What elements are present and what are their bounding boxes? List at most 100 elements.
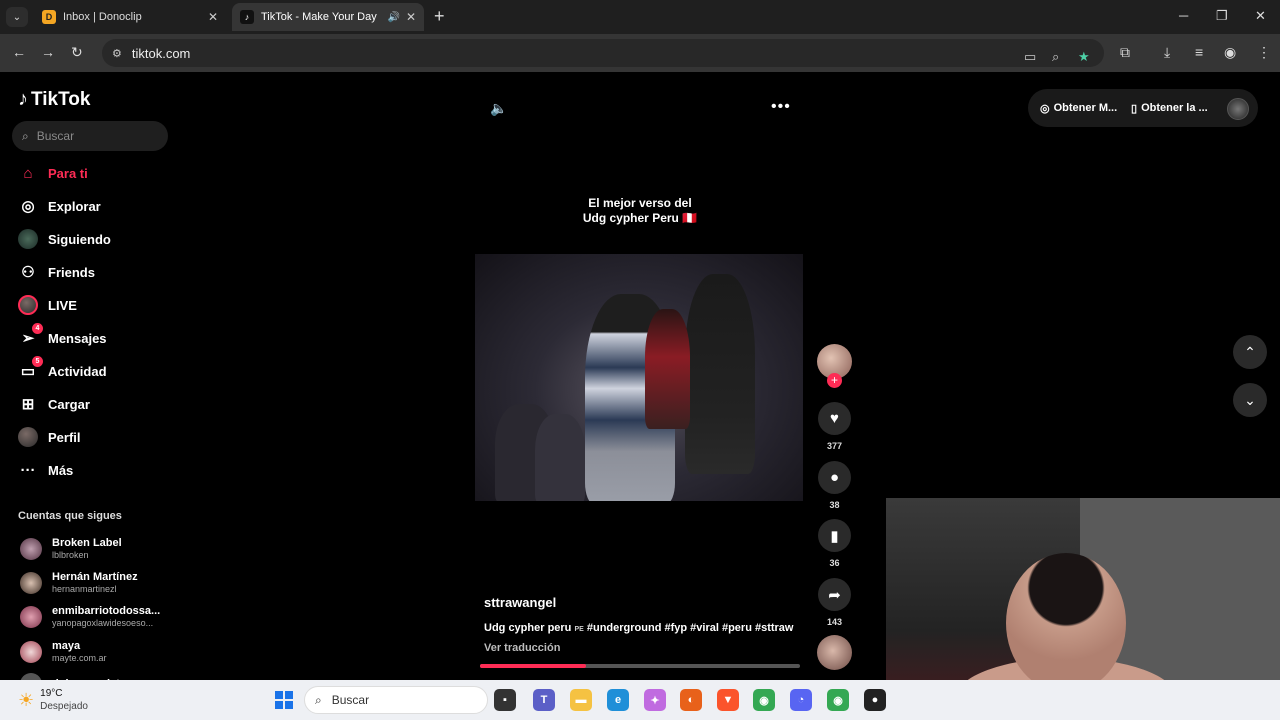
- following-handle: hernanmartinezl: [52, 584, 117, 594]
- tab-search-button[interactable]: ⌄: [6, 7, 28, 27]
- volume-icon[interactable]: 🔈: [490, 100, 507, 117]
- teams-icon[interactable]: T: [533, 689, 555, 711]
- cast-icon[interactable]: ▭: [1024, 50, 1036, 64]
- nav-cargar[interactable]: ⊞ Cargar: [18, 392, 90, 416]
- site-info-icon[interactable]: ⚙: [112, 47, 122, 60]
- avatar: [20, 538, 42, 560]
- save-button[interactable]: ▮: [818, 519, 851, 552]
- nav-label: Actividad: [48, 363, 107, 379]
- close-tab-icon[interactable]: ✕: [406, 10, 416, 24]
- profile-avatar-icon: [18, 427, 38, 447]
- address-bar[interactable]: ⚙ tiktok.com ▭ ⌕ ★: [102, 39, 1104, 67]
- close-tab-icon[interactable]: ✕: [208, 10, 218, 24]
- nav-label: Más: [48, 462, 74, 478]
- following-item[interactable]: Broken Label lblbroken: [20, 534, 122, 564]
- media-control-icon[interactable]: ≡: [1195, 44, 1203, 60]
- profile-icon[interactable]: ◉: [1224, 44, 1236, 60]
- task-view-icon[interactable]: ▪: [494, 689, 516, 711]
- weather-widget[interactable]: ☀ 19°C Despejado: [18, 688, 88, 713]
- nav-para-ti[interactable]: ⌂ Para ti: [18, 161, 87, 185]
- video-author[interactable]: sttrawangel: [484, 595, 556, 610]
- browser-menu-icon[interactable]: ⋮: [1257, 44, 1271, 60]
- extensions-icon[interactable]: ⧉: [1120, 44, 1130, 60]
- avatar: [20, 606, 42, 628]
- restore-icon[interactable]: ❐: [1216, 8, 1228, 24]
- nav-siguiendo[interactable]: Siguiendo: [18, 227, 111, 251]
- search-icon: ⌕: [315, 692, 322, 707]
- following-item[interactable]: maya mayte.com.ar: [20, 637, 107, 667]
- nav-explorar[interactable]: ◎ Explorar: [18, 194, 100, 218]
- new-tab-button[interactable]: +: [434, 7, 445, 25]
- video-progress-bar[interactable]: [480, 664, 800, 668]
- video-overlay-text: El mejor verso del Udg cypher Peru 🇵🇪: [560, 196, 720, 226]
- nav-friends[interactable]: ⚇ Friends: [18, 260, 95, 284]
- obs-icon[interactable]: ●: [864, 689, 886, 711]
- search-input[interactable]: ⌕ Buscar: [12, 121, 168, 151]
- bookmark-star-icon[interactable]: ★: [1078, 50, 1090, 64]
- tab-audio-icon[interactable]: 🔊: [387, 12, 399, 23]
- get-app-button[interactable]: ▯ Obtener la ...: [1131, 89, 1208, 127]
- nav-perfil[interactable]: Perfil: [18, 425, 81, 449]
- nav-label: Siguiendo: [48, 231, 111, 247]
- caption-hashtags[interactable]: #underground #fyp #viral #peru #sttraw: [587, 622, 794, 634]
- phone-icon: ▯: [1131, 102, 1138, 115]
- nav-actividad[interactable]: ▭ 5 Actividad: [18, 356, 107, 383]
- windows-start-icon[interactable]: [275, 691, 293, 709]
- nav-label: LIVE: [48, 297, 77, 313]
- close-window-icon[interactable]: ✕: [1255, 8, 1266, 24]
- tab-tiktok[interactable]: ♪ TikTok - Make Your Day 🔊 ✕: [232, 3, 424, 31]
- nav-live[interactable]: LIVE: [18, 293, 77, 317]
- compass-icon: ◎: [21, 198, 35, 215]
- share-button[interactable]: ➦: [818, 578, 851, 611]
- nav-mensajes[interactable]: ➢ 4 Mensajes: [18, 323, 107, 350]
- video-player[interactable]: [475, 254, 803, 501]
- browser-tab-bar: ⌄ D Inbox | Donoclip ✕ ♪ TikTok - Make Y…: [0, 0, 1280, 34]
- reload-icon[interactable]: ↻: [71, 44, 83, 60]
- get-coins-button[interactable]: ◎ Obtener M...: [1040, 89, 1117, 127]
- see-translation-link[interactable]: Ver traducción: [484, 642, 560, 654]
- previous-video-button[interactable]: ⌃: [1233, 335, 1267, 369]
- app-icon[interactable]: ◐: [680, 689, 702, 711]
- file-explorer-icon[interactable]: ▬: [570, 689, 592, 711]
- user-avatar[interactable]: [1227, 98, 1249, 120]
- weather-temperature: 19°C: [40, 688, 63, 699]
- nav-label: Friends: [48, 264, 95, 280]
- following-section-title: Cuentas que sigues: [18, 510, 122, 522]
- forward-icon[interactable]: →: [41, 44, 55, 60]
- nav-mas[interactable]: ··· Más: [18, 458, 74, 482]
- chrome-profile-icon[interactable]: ◉: [827, 689, 849, 711]
- avatar: [20, 572, 42, 594]
- tab-title: Inbox | Donoclip: [63, 11, 142, 23]
- share-count: 143: [826, 617, 843, 627]
- video-more-icon[interactable]: •••: [771, 98, 791, 116]
- next-video-button[interactable]: ⌄: [1233, 383, 1267, 417]
- zoom-icon[interactable]: ⌕: [1052, 50, 1059, 64]
- music-disc-icon[interactable]: [817, 635, 852, 670]
- like-button[interactable]: ♥: [818, 402, 851, 435]
- get-app-label: Obtener M...: [1053, 102, 1118, 114]
- coin-icon: ◎: [1040, 102, 1050, 115]
- home-icon: ⌂: [23, 164, 33, 182]
- tab-donoclip[interactable]: D Inbox | Donoclip ✕: [34, 3, 226, 31]
- flag-label: PE: [574, 626, 584, 633]
- discord-icon[interactable]: ◔: [790, 689, 812, 711]
- taskbar-search[interactable]: ⌕ Buscar: [304, 686, 488, 714]
- following-item[interactable]: enmibarriotodossa... yanopagoxlawidesoeso…: [20, 602, 160, 632]
- brave-icon[interactable]: ▼: [717, 689, 739, 711]
- following-avatar-icon: [18, 229, 38, 249]
- copilot-icon[interactable]: ✦: [644, 689, 666, 711]
- comment-button[interactable]: ●: [818, 461, 851, 494]
- tiktok-favicon-icon: ♪: [240, 10, 254, 24]
- messages-icon: ➢ 4: [18, 323, 43, 348]
- tiktok-logo[interactable]: ♪ TikTok: [18, 88, 90, 111]
- chrome-icon[interactable]: ◉: [753, 689, 775, 711]
- friends-icon: ⚇: [21, 264, 35, 281]
- following-item[interactable]: Hernán Martínez hernanmartinezl: [20, 568, 138, 598]
- minimize-icon[interactable]: ─: [1179, 8, 1188, 23]
- following-item[interactable]: dulcecuquista: [20, 669, 126, 680]
- windows-taskbar: ☀ 19°C Despejado ⌕ Buscar ▪ T ▬ e ✦ ◐ ▼ …: [0, 680, 1280, 720]
- follow-plus-icon[interactable]: +: [827, 373, 842, 388]
- downloads-icon[interactable]: ⤓: [1164, 44, 1170, 60]
- edge-icon[interactable]: e: [607, 689, 629, 711]
- back-icon[interactable]: ←: [12, 44, 26, 60]
